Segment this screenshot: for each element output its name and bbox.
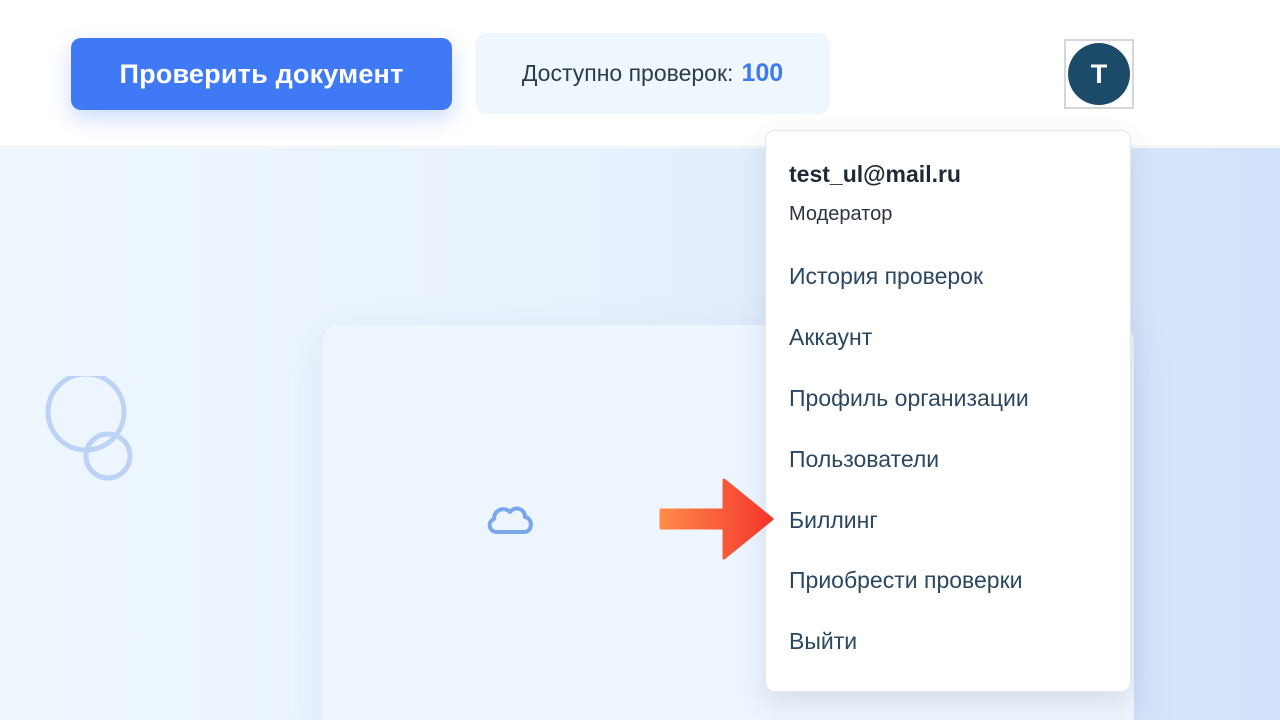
user-role: Модератор — [789, 203, 893, 225]
check-document-button[interactable]: Проверить документ — [71, 38, 452, 110]
menu-item-check-history[interactable]: История проверок — [789, 263, 983, 290]
avatar-button[interactable]: T — [1064, 39, 1134, 109]
available-checks-count: 100 — [741, 59, 784, 87]
user-email: test_ul@mail.ru — [789, 161, 961, 187]
menu-item-billing[interactable]: Биллинг — [789, 507, 878, 534]
menu-item-organization-profile[interactable]: Профиль организации — [789, 385, 1029, 412]
available-checks-label: Доступно проверок: — [521, 60, 734, 86]
menu-item-users[interactable]: Пользователи — [789, 446, 939, 473]
cloud-icon — [487, 506, 533, 534]
menu-item-buy-checks[interactable]: Приобрести проверки — [789, 567, 1022, 594]
user-menu: test_ul@mail.ru Модератор История провер… — [765, 130, 1131, 692]
logo-mark-icon — [45, 376, 133, 481]
available-checks-badge: Доступно проверок: 100 — [475, 33, 830, 114]
menu-item-account[interactable]: Аккаунт — [789, 324, 872, 351]
avatar: T — [1068, 43, 1130, 105]
header: Проверить документ Доступно проверок: 10… — [0, 0, 1280, 147]
arrow-pointer-icon — [659, 478, 774, 560]
menu-item-logout[interactable]: Выйти — [789, 628, 857, 655]
